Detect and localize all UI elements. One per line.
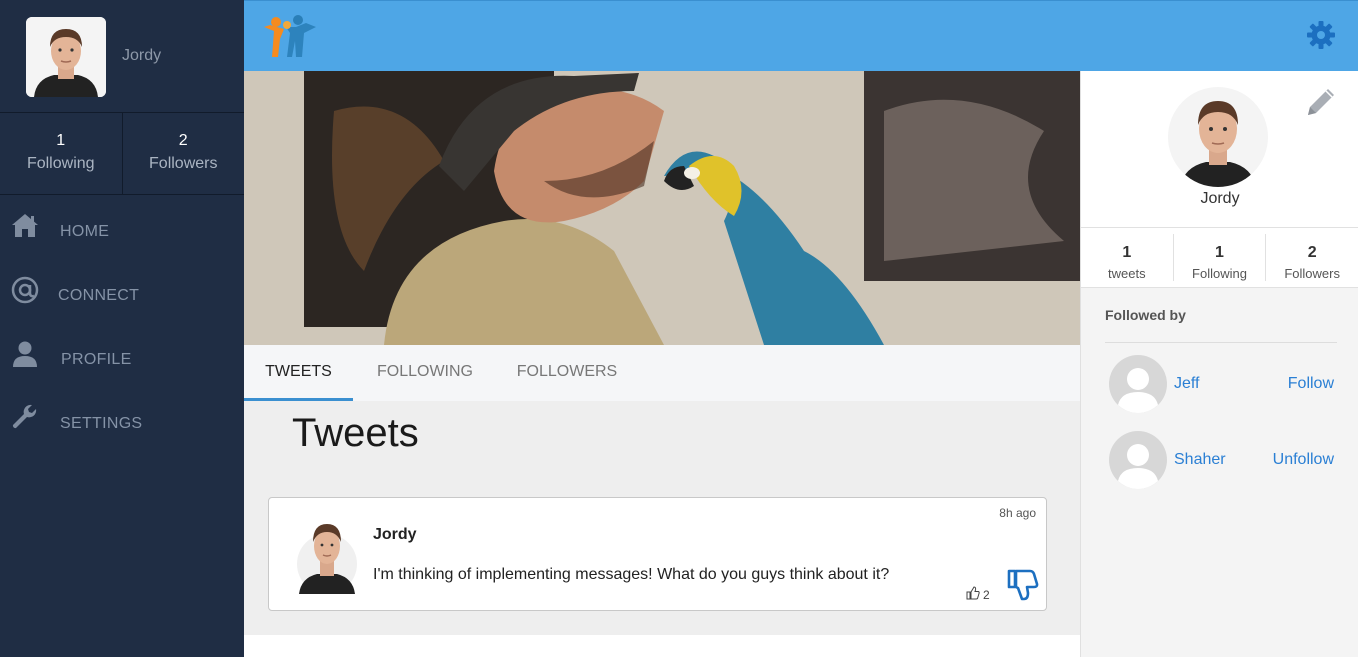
followers-count: 2 [1307, 244, 1317, 261]
tweet-avatar[interactable] [297, 514, 357, 594]
home-icon [10, 211, 40, 241]
thumbs-down-icon[interactable] [1006, 568, 1040, 602]
followers-label: Followers [1284, 266, 1340, 281]
people-logo[interactable] [262, 13, 318, 59]
nav-home-label: HOME [60, 223, 110, 240]
follower-name[interactable]: Shaher [1174, 451, 1226, 469]
tweet-card: Jordy 8h ago I'm thinking of implementin… [268, 497, 1047, 611]
tweet-feed: Tweets Jordy 8h ago I'm thinking of impl… [244, 401, 1080, 635]
following-label: Following [26, 155, 95, 172]
profile-avatar[interactable] [1168, 87, 1268, 187]
stat-following[interactable]: 1 Following [1172, 234, 1266, 281]
stat-tweets[interactable]: 1 tweets [1081, 234, 1173, 281]
tab-followers[interactable]: FOLLOWERS [510, 345, 624, 401]
divider [1105, 342, 1337, 343]
nav-item-connect[interactable]: CONNECT [0, 259, 244, 323]
followers-label: Followers [149, 155, 218, 172]
stat-followers[interactable]: 2 Followers [1265, 234, 1358, 281]
wrench-icon [10, 403, 40, 433]
unfollow-button[interactable]: Unfollow [1273, 451, 1334, 469]
followed-by-title: Followed by [1105, 307, 1186, 323]
avatar-placeholder-icon[interactable] [1109, 431, 1167, 489]
sidebar-following-stat[interactable]: 1 Following [0, 113, 122, 194]
avatar-placeholder-icon[interactable] [1109, 355, 1167, 413]
tab-tweets[interactable]: TWEETS [244, 345, 353, 401]
like-button[interactable]: 2 [966, 586, 990, 603]
feed-title: Tweets [292, 411, 419, 455]
like-count: 2 [983, 587, 990, 602]
following-count: 1 [1215, 244, 1224, 261]
nav-connect-label: CONNECT [58, 287, 140, 304]
gear-icon[interactable] [1306, 20, 1336, 50]
tweet-timestamp: 8h ago [999, 506, 1036, 520]
sidebar-user: Jordy [0, 0, 244, 113]
sidebar-nav: HOME CONNECT PROFILE SETTINGS [0, 195, 244, 451]
follow-button[interactable]: Follow [1288, 375, 1334, 393]
feed-footer [244, 635, 1080, 657]
at-icon [10, 275, 40, 305]
nav-item-home[interactable]: HOME [0, 195, 244, 259]
profile-name: Jordy [1200, 190, 1240, 207]
sidebar-stats: 1 Following 2 Followers [0, 113, 244, 195]
nav-profile-label: PROFILE [61, 351, 132, 368]
avatar[interactable] [26, 17, 106, 97]
list-item: Shaher Unfollow [1081, 431, 1358, 491]
profile-tabs: TWEETS FOLLOWING FOLLOWERS [244, 345, 1080, 401]
nav-item-settings[interactable]: SETTINGS [0, 387, 244, 451]
cover-photo [244, 71, 1080, 345]
sidebar-username: Jordy [122, 47, 162, 64]
following-count: 1 [56, 132, 66, 149]
sidebar-followers-stat[interactable]: 2 Followers [121, 113, 245, 194]
profile-stats: 1 tweets 1 Following 2 Followers [1081, 228, 1358, 288]
tweets-count: 1 [1122, 244, 1132, 261]
top-bar [244, 0, 1358, 71]
profile-card: Jordy [1081, 71, 1358, 228]
tweets-label: tweets [1108, 266, 1146, 281]
sidebar: Jordy 1 Following 2 Followers HOME CONNE… [0, 0, 244, 657]
user-icon [10, 339, 40, 369]
nav-settings-label: SETTINGS [60, 415, 143, 432]
tab-following[interactable]: FOLLOWING [369, 345, 481, 401]
following-label: Following [1192, 266, 1247, 281]
thumbs-up-icon [966, 586, 980, 603]
follower-name[interactable]: Jeff [1174, 375, 1200, 393]
profile-panel: Jordy 1 tweets 1 Following 2 Followers F… [1080, 71, 1358, 657]
tweet-text: I'm thinking of implementing messages! W… [373, 566, 890, 583]
list-item: Jeff Follow [1081, 355, 1358, 415]
tweet-author[interactable]: Jordy [373, 526, 417, 544]
followers-count: 2 [178, 132, 188, 149]
pencil-icon[interactable] [1304, 85, 1338, 119]
nav-item-profile[interactable]: PROFILE [0, 323, 244, 387]
